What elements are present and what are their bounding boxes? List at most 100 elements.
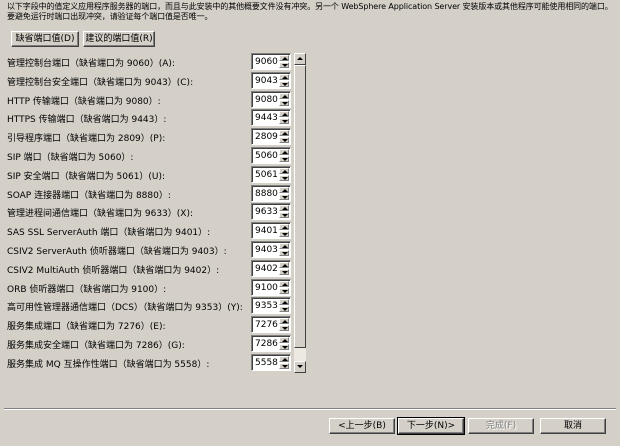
port-value-input[interactable]: 9443 bbox=[255, 113, 278, 123]
spin-up-button[interactable] bbox=[279, 356, 289, 362]
port-spinner[interactable]: 2809 bbox=[251, 128, 291, 145]
port-spinner[interactable]: 9443 bbox=[251, 109, 291, 126]
port-spinner[interactable]: 9080 bbox=[251, 91, 291, 108]
port-value-input[interactable]: 9401 bbox=[255, 226, 278, 236]
spin-up-icon bbox=[282, 207, 288, 210]
spin-down-button[interactable] bbox=[279, 344, 289, 350]
port-row: 引导程序端口（缺省端口为 2809）(P): 2809 bbox=[7, 128, 305, 146]
spin-down-icon bbox=[282, 365, 288, 368]
spin-down-button[interactable] bbox=[279, 81, 289, 87]
spin-up-button[interactable] bbox=[279, 205, 289, 211]
port-spinner[interactable]: 9401 bbox=[251, 222, 291, 239]
port-value-input[interactable]: 8880 bbox=[255, 189, 278, 199]
next-button[interactable]: 下一步(N)> bbox=[397, 417, 465, 435]
spin-up-button[interactable] bbox=[279, 130, 289, 136]
port-spinner[interactable]: 8880 bbox=[251, 185, 291, 202]
spin-down-button[interactable] bbox=[279, 269, 289, 275]
port-spinner[interactable]: 9402 bbox=[251, 260, 291, 277]
port-spinner[interactable]: 9060 bbox=[251, 53, 291, 70]
port-spinner[interactable]: 9633 bbox=[251, 203, 291, 220]
port-row: 高可用性管理器通信端口（DCS）（缺省端口为 9353）(Y): 9353 bbox=[7, 297, 305, 315]
spin-down-button[interactable] bbox=[279, 325, 289, 331]
spin-down-icon bbox=[282, 290, 288, 293]
port-spinner[interactable]: 9403 bbox=[251, 241, 291, 258]
spin-up-button[interactable] bbox=[279, 224, 289, 230]
spin-up-button[interactable] bbox=[279, 55, 289, 61]
spin-up-button[interactable] bbox=[279, 111, 289, 117]
port-value-input[interactable]: 2809 bbox=[255, 132, 278, 142]
port-value-input[interactable]: 9100 bbox=[255, 283, 278, 293]
spin-up-button[interactable] bbox=[279, 262, 289, 268]
spin-down-icon bbox=[282, 196, 288, 199]
port-spinner[interactable]: 9100 bbox=[251, 279, 291, 296]
port-list-scrollbar[interactable] bbox=[294, 53, 306, 373]
spin-down-button[interactable] bbox=[279, 212, 289, 218]
spin-down-button[interactable] bbox=[279, 288, 289, 294]
port-spinner[interactable]: 7276 bbox=[251, 316, 291, 333]
spin-down-button[interactable] bbox=[279, 156, 289, 162]
spin-up-button[interactable] bbox=[279, 299, 289, 305]
spin-up-button[interactable] bbox=[279, 74, 289, 80]
spinner-arrows bbox=[279, 93, 289, 106]
spin-up-icon bbox=[282, 358, 288, 361]
spin-down-button[interactable] bbox=[279, 250, 289, 256]
port-value-input[interactable]: 7286 bbox=[255, 339, 278, 349]
port-row: 管理控制台端口（缺省端口为 9060）(A): 9060 bbox=[7, 53, 305, 71]
port-value-input[interactable]: 9402 bbox=[255, 264, 278, 274]
spin-down-button[interactable] bbox=[279, 175, 289, 181]
spin-down-button[interactable] bbox=[279, 194, 289, 200]
port-spinner[interactable]: 9353 bbox=[251, 297, 291, 314]
spin-up-icon bbox=[282, 264, 288, 267]
cancel-button[interactable]: 取消 bbox=[540, 418, 606, 434]
port-value-input[interactable]: 5061 bbox=[255, 170, 278, 180]
finish-button[interactable]: 完成(F) bbox=[468, 418, 534, 434]
spin-down-button[interactable] bbox=[279, 62, 289, 68]
port-row: 管理进程间通信端口（缺省端口为 9633）(X): 9633 bbox=[7, 203, 305, 221]
scroll-up-button[interactable] bbox=[294, 53, 306, 65]
intro-text: 以下字段中的值定义应用程序服务器的端口，而且与此安装中的其他概要文件没有冲突。另… bbox=[7, 2, 613, 21]
port-row: CSIV2 MultiAuth 侦听器端口（缺省端口为 9402）: 9402 bbox=[7, 260, 305, 278]
spin-down-button[interactable] bbox=[279, 118, 289, 124]
spin-up-button[interactable] bbox=[279, 168, 289, 174]
port-spinner[interactable]: 9043 bbox=[251, 72, 291, 89]
port-value-input[interactable]: 7276 bbox=[255, 320, 278, 330]
port-value-input[interactable]: 9060 bbox=[255, 57, 278, 67]
spin-down-button[interactable] bbox=[279, 363, 289, 369]
footer-divider bbox=[4, 408, 616, 410]
spin-up-button[interactable] bbox=[279, 149, 289, 155]
spin-down-button[interactable] bbox=[279, 306, 289, 312]
spinner-arrows bbox=[279, 318, 289, 331]
spin-up-button[interactable] bbox=[279, 93, 289, 99]
arrow-up-icon bbox=[297, 57, 303, 60]
back-button[interactable]: <上一步(B) bbox=[329, 418, 395, 434]
spin-down-button[interactable] bbox=[279, 231, 289, 237]
port-spinner[interactable]: 5060 bbox=[251, 147, 291, 164]
spin-up-button[interactable] bbox=[279, 281, 289, 287]
scroll-down-button[interactable] bbox=[294, 361, 306, 373]
port-spinner[interactable]: 5558 bbox=[251, 354, 291, 371]
port-value-input[interactable]: 9043 bbox=[255, 76, 278, 86]
spin-up-button[interactable] bbox=[279, 243, 289, 249]
spin-down-icon bbox=[282, 64, 288, 67]
port-value-input[interactable]: 9403 bbox=[255, 245, 278, 255]
spinner-arrows bbox=[279, 168, 289, 181]
spin-up-icon bbox=[282, 301, 288, 304]
spin-down-button[interactable] bbox=[279, 100, 289, 106]
port-value-input[interactable]: 9080 bbox=[255, 95, 278, 105]
spin-up-icon bbox=[282, 76, 288, 79]
port-label: 管理控制台端口（缺省端口为 9060）(A): bbox=[7, 59, 175, 69]
port-value-input[interactable]: 9633 bbox=[255, 207, 278, 217]
spin-up-button[interactable] bbox=[279, 187, 289, 193]
port-spinner[interactable]: 5061 bbox=[251, 166, 291, 183]
scrollbar-thumb[interactable] bbox=[294, 65, 306, 348]
spin-up-button[interactable] bbox=[279, 337, 289, 343]
port-value-input[interactable]: 5060 bbox=[255, 151, 278, 161]
port-value-input[interactable]: 9353 bbox=[255, 301, 278, 311]
port-spinner[interactable]: 7286 bbox=[251, 335, 291, 352]
spin-down-button[interactable] bbox=[279, 137, 289, 143]
spinner-arrows bbox=[279, 262, 289, 275]
port-value-input[interactable]: 5558 bbox=[255, 358, 278, 368]
default-ports-button[interactable]: 缺省端口值(D) bbox=[11, 31, 79, 47]
recommended-ports-button[interactable]: 建议的端口值(R) bbox=[83, 31, 155, 47]
spin-up-button[interactable] bbox=[279, 318, 289, 324]
